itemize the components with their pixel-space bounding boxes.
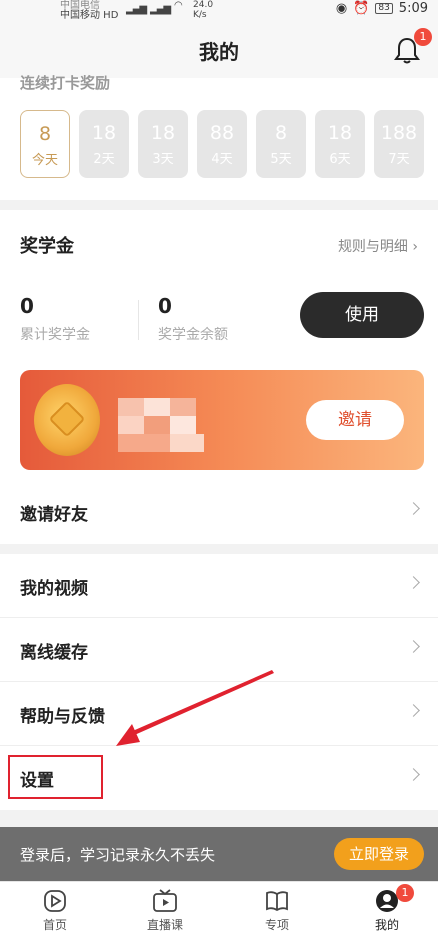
battery-icon: 83 [375,2,393,14]
use-button[interactable]: 使用 [300,292,424,338]
page-header: 我的 1 [0,24,438,78]
day-value: 8 [274,122,288,144]
day-label: 6天 [329,152,351,167]
checkin-day[interactable]: 18 6天 [315,110,365,178]
menu-label: 邀请好友 [20,505,88,525]
invite-banner[interactable]: 邀请 [20,370,424,470]
chevron-right-icon [407,768,420,781]
checkin-card: 连续打卡奖励 8 今天 18 2天 18 3天 88 4天 8 5天 18 6天 188 7天 [0,74,438,200]
total-scholarship-value: 0 [20,294,34,318]
blurred-text [118,416,144,434]
clock: 5:09 [398,0,428,16]
status-bar: 中国电信 中国移动 HD ▂▄▆ ▂▄▆ ◠ 24.0 K/s ◉ ⏰ 83 5… [0,0,438,24]
menu-label: 帮助与反馈 [20,707,105,727]
net-speed-unit: K/s [193,10,207,20]
day-value: 188 [380,122,418,144]
net-speed-value: 24.0 [193,0,214,10]
chevron-right-icon [407,704,420,717]
menu-invite-friends[interactable]: 邀请好友 [0,480,438,544]
checkin-day[interactable]: 18 3天 [138,110,188,178]
tab-topics[interactable]: 专项 [242,888,312,933]
rules-link-label: 规则与明细 [337,239,408,255]
checkin-day[interactable]: 18 2天 [79,110,129,178]
total-scholarship-label: 累计奖学金 [20,327,90,343]
day-label: 3天 [152,152,174,167]
scholarship-title: 奖学金 [20,236,74,257]
divider [138,300,139,340]
chevron-right-icon: › [412,239,418,255]
login-prompt-bar: 登录后，学习记录永久不丢失 立即登录 [0,827,438,881]
tab-home[interactable]: 首页 [20,888,90,933]
day-label: 今天 [31,153,58,168]
coin-icon [34,384,100,456]
signal-icon: ▂▄▆ [126,4,147,15]
day-label: 7天 [388,152,410,167]
status-right: ◉ ⏰ 83 5:09 [336,0,428,16]
blurred-text [170,416,196,434]
checkin-day[interactable]: 8 今天 [20,110,70,178]
login-button[interactable]: 立即登录 [334,838,424,870]
tab-label: 我的 [374,918,399,932]
tab-mine[interactable]: 我的 1 [352,884,422,933]
tab-badge: 1 [396,884,414,902]
day-label: 4天 [211,152,233,167]
book-icon [266,891,288,912]
carrier-name: 中国移动 HD [60,10,119,21]
eye-icon: ◉ [335,0,348,16]
menu-label: 离线缓存 [20,643,88,663]
coin-diamond [48,400,86,438]
notification-badge: 1 [414,28,432,46]
blurred-text [144,398,170,416]
blurred-text [170,398,196,416]
menu-offline-cache[interactable]: 离线缓存 [0,618,438,682]
menu-help-feedback[interactable]: 帮助与反馈 [0,682,438,746]
checkin-day[interactable]: 188 7天 [374,110,424,178]
tv-icon [153,889,177,912]
blurred-text [118,398,144,416]
notification-button[interactable]: 1 [394,28,432,64]
chevron-right-icon [407,502,420,515]
balance-label: 奖学金余额 [158,327,228,343]
chevron-right-icon [407,576,420,589]
menu-my-videos[interactable]: 我的视频 [0,554,438,618]
blurred-text [144,416,170,434]
net-speed: 24.0 K/s [193,0,213,20]
rules-link[interactable]: 规则与明细 › [338,236,418,256]
checkin-subtitle: 连续打卡奖励 [20,74,111,92]
tab-label: 首页 [42,918,67,932]
chevron-right-icon [407,640,420,653]
day-label: 2天 [93,152,115,167]
page-title: 我的 [199,40,239,64]
menu-label: 我的视频 [20,579,88,599]
balance-value: 0 [158,294,172,318]
invite-button[interactable]: 邀请 [306,400,404,440]
blurred-text [118,434,170,452]
alarm-icon: ⏰ [353,0,370,16]
signal-icon-2: ▂▄▆ [150,4,171,15]
day-value: 18 [327,122,353,144]
login-message: 登录后，学习记录永久不丢失 [20,846,216,864]
wifi-icon: ◠ [174,0,183,11]
tab-label: 专项 [264,918,289,932]
checkin-day[interactable]: 8 5天 [256,110,306,178]
tab-live[interactable]: 直播课 [130,888,200,933]
scholarship-card: 奖学金 规则与明细 › 0 累计奖学金 0 奖学金余额 使用 邀请 [0,210,438,480]
bottom-tab-bar: 首页 直播课 专项 我的 1 [0,881,438,940]
day-label: 5天 [270,152,292,167]
checkin-day[interactable]: 88 4天 [197,110,247,178]
day-value: 88 [209,122,235,144]
day-value: 18 [91,122,117,144]
tab-label: 直播课 [146,918,183,932]
highlight-box [8,755,103,799]
day-value: 18 [150,122,176,144]
play-circle-icon [44,890,66,912]
day-value: 8 [38,123,52,145]
checkin-days: 8 今天 18 2天 18 3天 88 4天 8 5天 18 6天 188 7天 [20,110,424,178]
blurred-text [170,434,204,452]
